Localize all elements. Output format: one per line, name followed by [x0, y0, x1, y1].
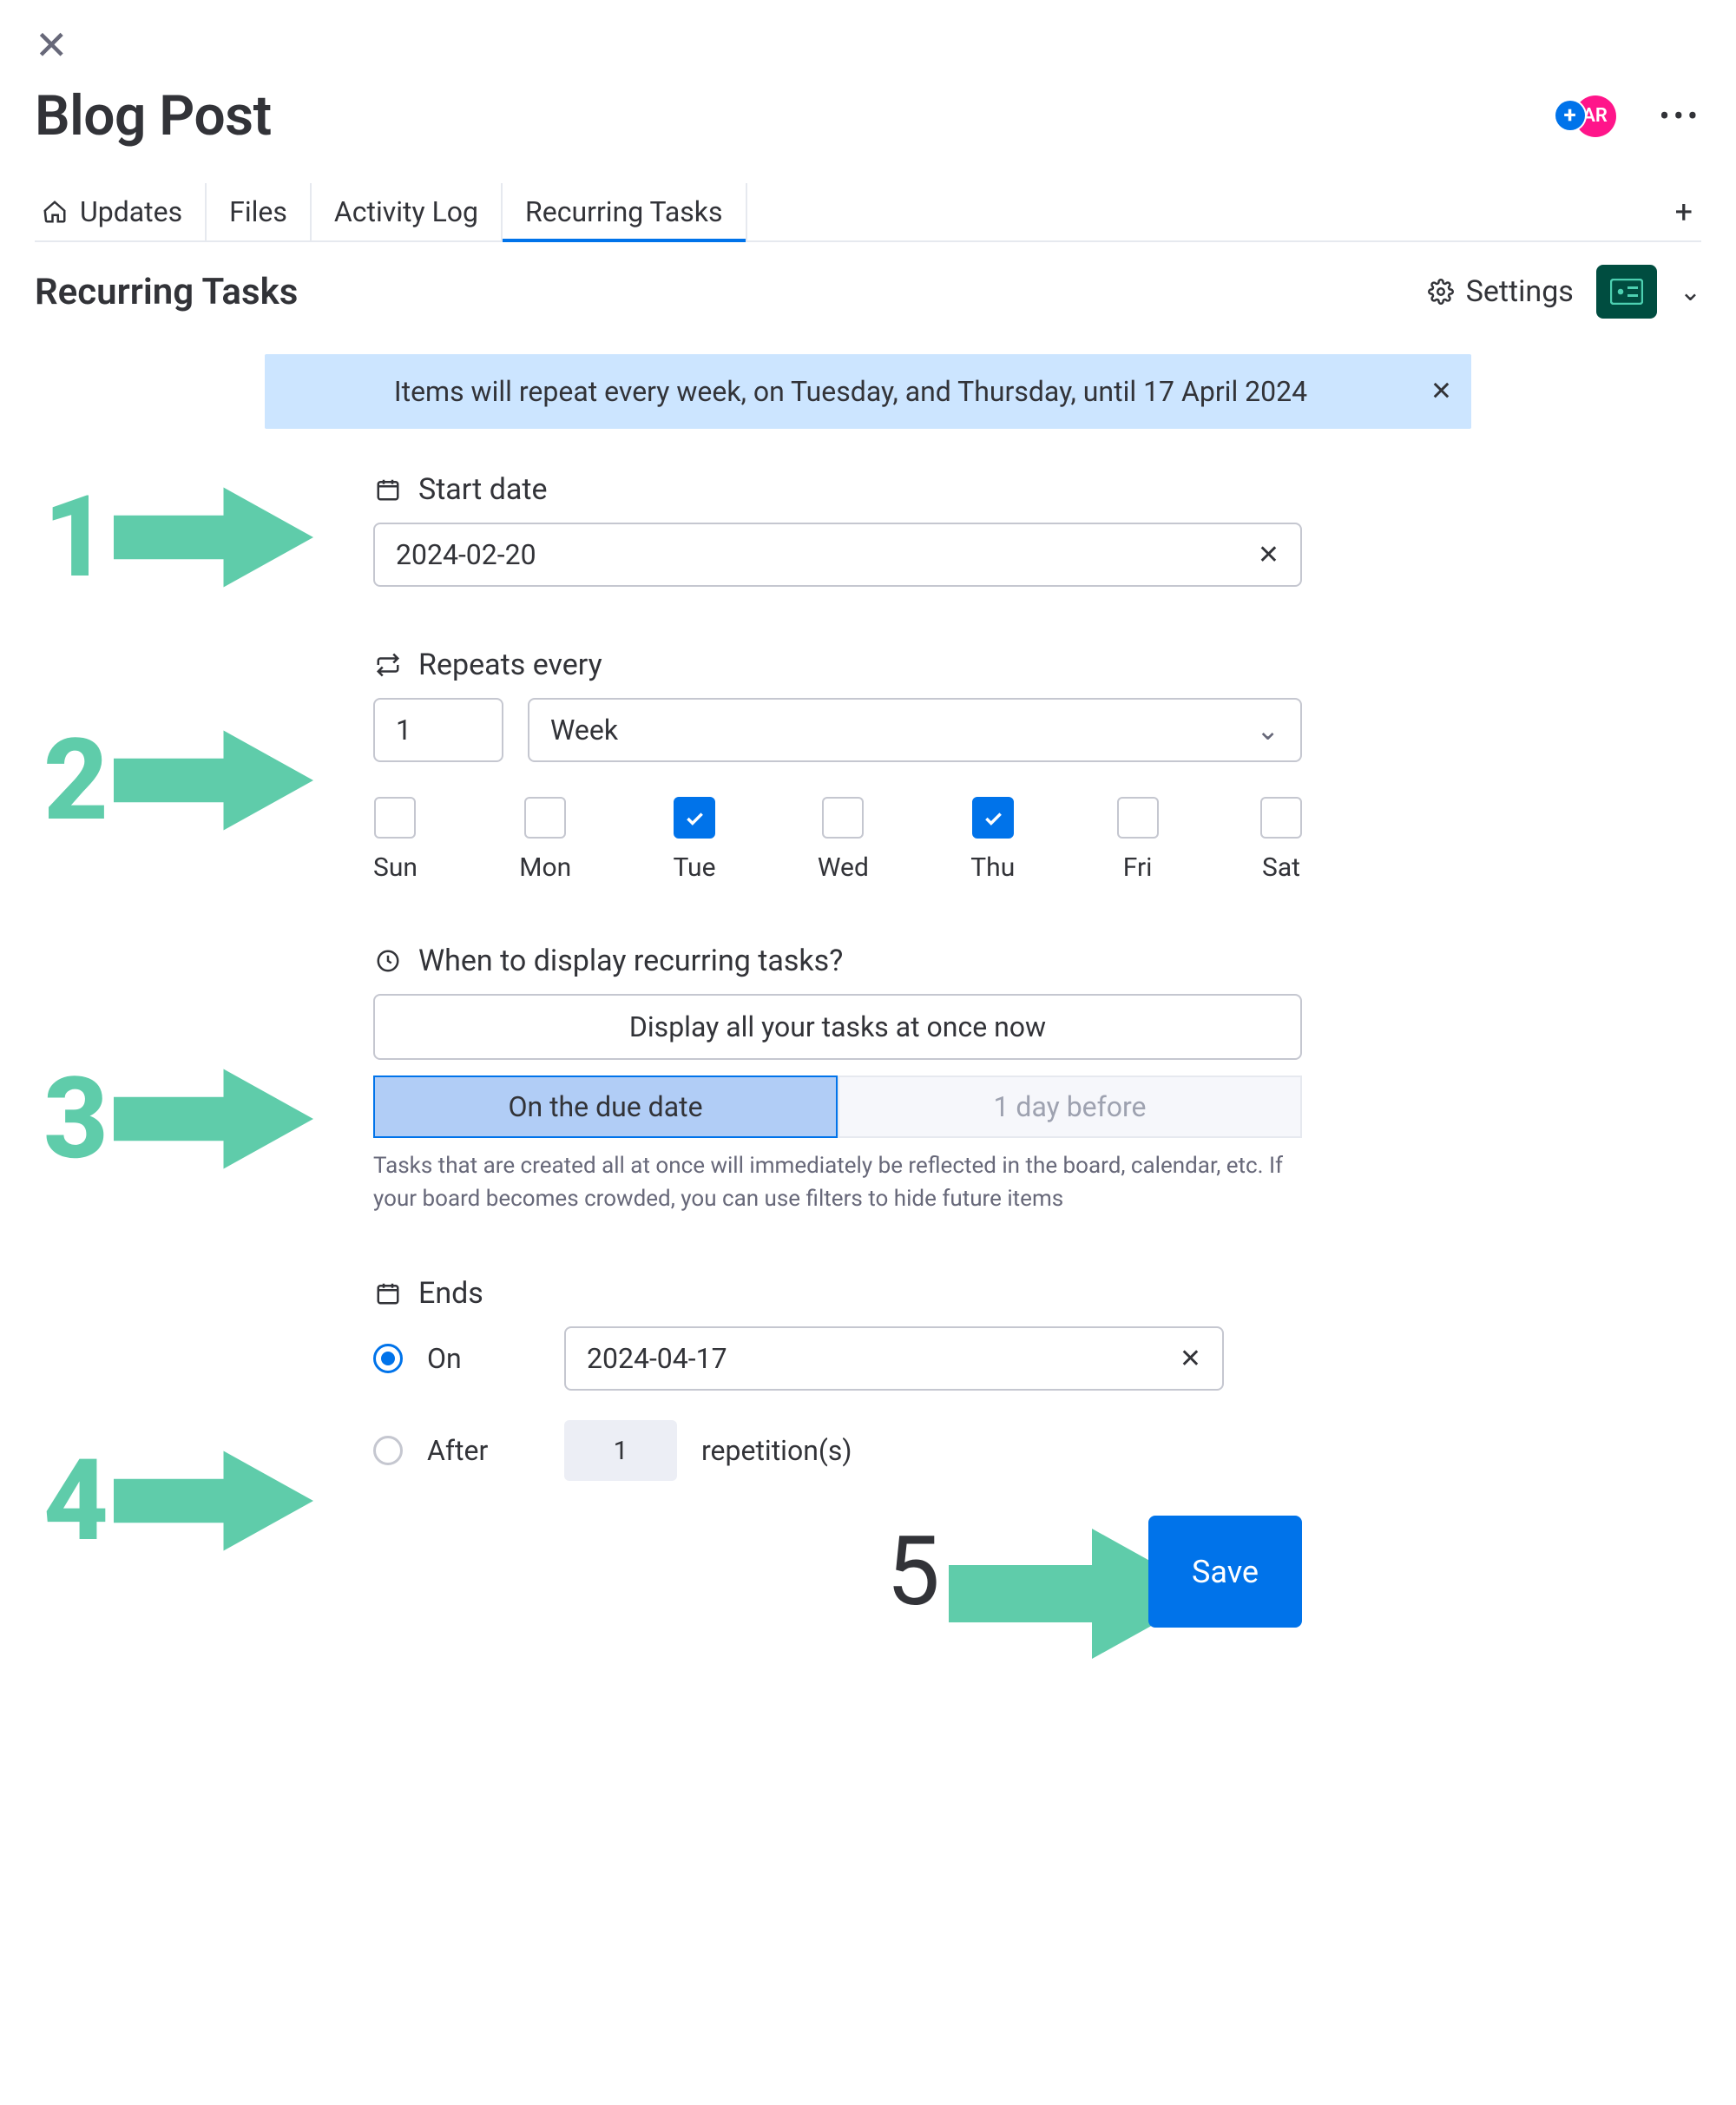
member-avatars[interactable]: + AR [1555, 90, 1625, 142]
gear-icon [1426, 277, 1456, 306]
home-icon [40, 197, 69, 227]
save-row: 5 Save [373, 1516, 1302, 1628]
clear-icon[interactable]: ✕ [1258, 540, 1279, 570]
repeats-group: Repeats every 1 Week ⌄ Sun Mon Tue Wed [373, 648, 1302, 883]
chevron-down-icon: ⌄ [1256, 714, 1279, 747]
header-row: Blog Post + AR ••• [35, 83, 1701, 148]
field-label: When to display recurring tasks? [418, 944, 843, 978]
display-all-now-button[interactable]: Display all your tasks at once now [373, 994, 1302, 1060]
dismiss-banner-icon[interactable]: ✕ [1430, 377, 1452, 407]
settings-label: Settings [1466, 274, 1574, 309]
start-date-value: 2024-02-20 [396, 538, 536, 571]
day-fri[interactable]: Fri [1117, 797, 1159, 883]
repeat-icon [373, 650, 403, 680]
clock-icon [373, 946, 403, 976]
day-sun[interactable]: Sun [373, 797, 418, 883]
field-label: Ends [418, 1276, 483, 1311]
tab-label: Activity Log [334, 195, 478, 228]
weekday-selector: Sun Mon Tue Wed Thu Fri Sat [373, 797, 1302, 883]
annotation-number: 2 [43, 724, 108, 837]
start-date-input[interactable]: 2024-02-20 ✕ [373, 523, 1302, 587]
display-group: When to display recurring tasks? Display… [373, 944, 1302, 1215]
repeat-interval-value: 1 [396, 714, 411, 747]
segment-on-due-date[interactable]: On the due date [373, 1076, 838, 1138]
repeat-interval-input[interactable]: 1 [373, 698, 503, 762]
settings-button[interactable]: Settings [1426, 274, 1574, 309]
ends-group: Ends On 2024-04-17 ✕ After 1 r [373, 1276, 1302, 1481]
segment-label: On the due date [508, 1090, 702, 1123]
tab-activity-log[interactable]: Activity Log [312, 183, 503, 240]
ends-after-row: After 1 repetition(s) [373, 1420, 1302, 1481]
tab-label: Files [229, 195, 287, 228]
day-label: Thu [970, 852, 1015, 883]
repeat-unit-value: Week [550, 714, 618, 747]
repetitions-input[interactable]: 1 [564, 1420, 677, 1481]
annotation-arrow-icon [114, 485, 313, 589]
add-tab-button[interactable]: + [1667, 194, 1701, 230]
chevron-down-icon[interactable]: ⌄ [1680, 277, 1701, 307]
tab-recurring-tasks[interactable]: Recurring Tasks [503, 183, 746, 240]
day-label: Sat [1262, 852, 1300, 883]
day-label: Wed [818, 852, 869, 883]
radio-ends-after[interactable] [373, 1436, 403, 1465]
calendar-icon [373, 1279, 403, 1308]
more-menu-icon[interactable]: ••• [1660, 98, 1701, 135]
day-wed[interactable]: Wed [818, 797, 869, 883]
add-member-icon[interactable]: + [1555, 101, 1585, 130]
ends-on-date-input[interactable]: 2024-04-17 ✕ [564, 1326, 1224, 1391]
annotation-number: 5 [886, 1516, 940, 1628]
tabs: Updates Files Activity Log Recurring Tas… [35, 183, 1701, 242]
check-icon [683, 806, 706, 829]
tab-files[interactable]: Files [207, 183, 312, 240]
annotation-arrow-icon [114, 1067, 313, 1171]
field-label: Repeats every [418, 648, 602, 682]
tab-label: Updates [80, 195, 182, 228]
ends-on-date-value: 2024-04-17 [587, 1342, 727, 1375]
day-thu[interactable]: Thu [970, 797, 1015, 883]
clear-icon[interactable]: ✕ [1180, 1344, 1201, 1374]
field-label: Start date [418, 472, 548, 507]
repeat-unit-select[interactable]: Week ⌄ [528, 698, 1302, 762]
display-segment-control: On the due date 1 day before [373, 1076, 1302, 1138]
check-icon [982, 806, 1004, 829]
day-label: Sun [373, 852, 418, 883]
app-badge-icon[interactable] [1596, 265, 1657, 319]
annotation-number: 1 [43, 481, 108, 594]
repetitions-value: 1 [614, 1436, 628, 1466]
info-banner-text: Items will repeat every week, on Tuesday… [394, 375, 1307, 408]
radio-label: After [427, 1434, 540, 1467]
section-title: Recurring Tasks [35, 271, 298, 313]
tab-updates[interactable]: Updates [35, 183, 207, 240]
repetitions-suffix: repetition(s) [701, 1434, 852, 1467]
annotation-number: 4 [43, 1444, 108, 1557]
day-label: Mon [519, 852, 571, 883]
annotation-arrow-icon [949, 1529, 1122, 1615]
start-date-group: Start date 2024-02-20 ✕ [373, 472, 1302, 587]
help-text: Tasks that are created all at once will … [373, 1150, 1302, 1215]
button-label: Save [1192, 1554, 1259, 1590]
segment-one-day-before[interactable]: 1 day before [838, 1076, 1302, 1138]
annotation-number: 3 [43, 1062, 108, 1175]
day-mon[interactable]: Mon [519, 797, 571, 883]
annotation-arrow-icon [114, 728, 313, 832]
section-header: Recurring Tasks Settings ⌄ [35, 242, 1701, 342]
close-icon[interactable]: ✕ [35, 26, 69, 66]
segment-label: 1 day before [993, 1090, 1146, 1123]
save-button[interactable]: Save [1148, 1516, 1302, 1628]
ends-on-row: On 2024-04-17 ✕ [373, 1326, 1302, 1391]
day-label: Fri [1123, 852, 1153, 883]
calendar-icon [373, 475, 403, 504]
radio-ends-on[interactable] [373, 1344, 403, 1373]
button-label: Display all your tasks at once now [629, 1010, 1046, 1043]
info-banner: Items will repeat every week, on Tuesday… [265, 354, 1471, 429]
page-title: Blog Post [35, 83, 272, 148]
day-label: Tue [674, 852, 716, 883]
radio-label: On [427, 1342, 540, 1375]
tab-label: Recurring Tasks [525, 195, 722, 228]
day-tue[interactable]: Tue [674, 797, 716, 883]
day-sat[interactable]: Sat [1260, 797, 1302, 883]
annotation-arrow-icon [114, 1449, 313, 1553]
